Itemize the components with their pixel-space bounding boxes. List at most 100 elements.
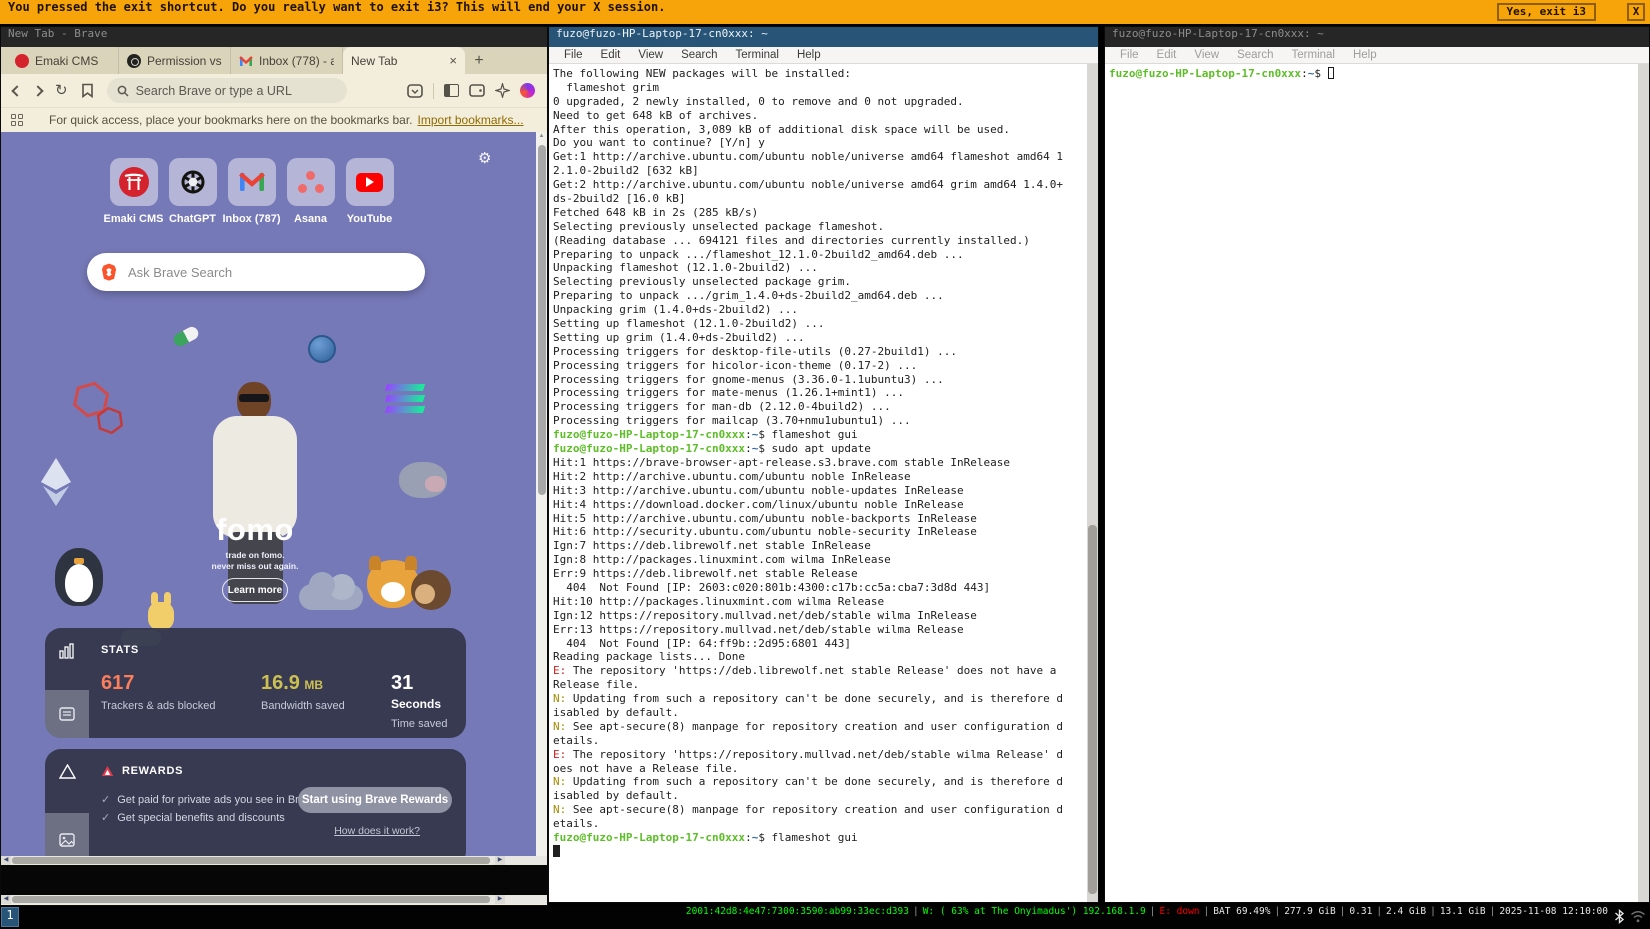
learn-more-button[interactable]: Learn more: [222, 578, 288, 602]
shortcut-inbox[interactable]: Inbox (787): [227, 158, 276, 225]
status-segment: 13.1 GiB: [1440, 906, 1486, 917]
menu-item-edit[interactable]: Edit: [1148, 49, 1186, 61]
menu-item-file[interactable]: File: [1111, 49, 1148, 61]
menu-item-help[interactable]: Help: [788, 49, 830, 61]
leo-ai-icon[interactable]: [495, 83, 510, 98]
menu-item-terminal[interactable]: Terminal: [1283, 49, 1344, 61]
terminal-line: Preparing to unpack .../flameshot_12.1.0…: [553, 248, 1098, 262]
fomo-subtitle: trade on fomo. never miss out again.: [169, 550, 341, 572]
terminal-line: Get:2 http://archive.ubuntu.com/ubuntu n…: [553, 178, 1098, 192]
sidebar-icon[interactable]: [444, 84, 459, 97]
browser-titlebar[interactable]: New Tab - Brave: [1, 27, 547, 47]
menu-item-search[interactable]: Search: [672, 49, 726, 61]
terminal-line: Preparing to unpack .../grim_1.4.0+ds-2b…: [553, 289, 1098, 303]
terminal-line: Ign:7 https://deb.librewolf.net stable I…: [553, 539, 1098, 553]
menu-item-edit[interactable]: Edit: [592, 49, 630, 61]
tab-close-icon[interactable]: ×: [449, 53, 457, 68]
segment-separator: |: [909, 906, 923, 917]
tab-new-tab[interactable]: New Tab ×: [343, 47, 465, 74]
reload-icon[interactable]: ↻: [55, 83, 68, 98]
wallet-icon[interactable]: [469, 84, 485, 97]
browser-horizontal-scrollbar[interactable]: ◀ ▶: [1, 856, 547, 865]
terminal-line: fuzo@fuzo-HP-Laptop-17-cn0xxx:~$ flamesh…: [553, 428, 1098, 442]
scroll-right-icon[interactable]: ▶: [495, 895, 505, 904]
scroll-left-icon[interactable]: ◀: [1, 895, 11, 904]
browser-vertical-scrollbar[interactable]: ▲: [536, 132, 547, 856]
terminal-line: Unpacking flameshot (12.1.0-2build2) ...: [553, 261, 1098, 275]
scrollbar-thumb[interactable]: [12, 857, 490, 864]
rewards-heading-row: REWARDS: [101, 765, 183, 777]
tab-emaki-cms[interactable]: Emaki CMS: [7, 47, 119, 74]
image-widget-icon[interactable]: [45, 813, 89, 856]
segment-separator: |: [1336, 906, 1350, 917]
illustration-hedgehog: [411, 570, 451, 610]
shortcut-emaki-cms[interactable]: Emaki CMS: [109, 158, 158, 225]
scrollbar-thumb[interactable]: [538, 145, 546, 495]
back-icon[interactable]: [11, 85, 22, 96]
bookmark-icon[interactable]: [81, 83, 94, 98]
gmail-icon: [239, 171, 265, 193]
segment-separator: |: [1372, 906, 1386, 917]
rewards-card: REWARDS ✓Get paid for private ads you se…: [45, 749, 466, 856]
terminal-window-focused: fuzo@fuzo-HP-Laptop-17-cn0xxx: ~ FileEdi…: [548, 26, 1099, 903]
terminal-line: Hit:5 http://archive.ubuntu.com/ubuntu n…: [553, 512, 1098, 526]
terminal-body[interactable]: The following NEW packages will be insta…: [549, 64, 1098, 902]
new-tab-page: ⚙ Emaki CMS ChatGPT Inbox (787): [1, 132, 547, 856]
terminal-window-unfocused: fuzo@fuzo-HP-Laptop-17-cn0xxx: ~ FileEdi…: [1104, 26, 1650, 903]
terminal-output: The following NEW packages will be insta…: [549, 64, 1098, 859]
workspace-button[interactable]: 1: [1, 907, 19, 927]
terminal-menubar: FileEditViewSearchTerminalHelp: [1105, 47, 1649, 64]
illustration-pill: [171, 325, 200, 349]
new-tab-button[interactable]: +: [465, 47, 493, 74]
shortcut-youtube[interactable]: YouTube: [345, 158, 394, 225]
tab-permission[interactable]: Permission vs: [119, 47, 231, 74]
scroll-left-icon[interactable]: ◀: [1, 856, 11, 865]
terminal-titlebar[interactable]: fuzo@fuzo-HP-Laptop-17-cn0xxx: ~: [549, 27, 1098, 47]
news-widget-icon[interactable]: [45, 690, 89, 738]
tab-search-icon[interactable]: [407, 84, 423, 98]
scroll-up-icon[interactable]: ▲: [536, 133, 547, 139]
asana-icon: [298, 171, 324, 193]
menu-item-search[interactable]: Search: [1228, 49, 1282, 61]
terminal-line: Processing triggers for man-db (2.12.0-4…: [553, 400, 1098, 414]
how-does-it-work-link[interactable]: How does it work?: [334, 825, 420, 837]
shortcut-asana[interactable]: Asana: [286, 158, 335, 225]
forward-icon[interactable]: [32, 85, 43, 96]
menu-item-file[interactable]: File: [555, 49, 592, 61]
stats-chart-icon[interactable]: [45, 643, 89, 664]
menu-item-view[interactable]: View: [629, 49, 672, 61]
brave-search-box[interactable]: Ask Brave Search: [87, 253, 425, 291]
illustration-ethereum: [39, 457, 73, 507]
terminal-line: Release file.: [553, 678, 1098, 692]
scroll-right-icon[interactable]: ▶: [495, 856, 505, 865]
segment-separator: |: [1486, 906, 1500, 917]
brave-rewards-icon[interactable]: [520, 83, 535, 98]
segment-separator: |: [1200, 906, 1214, 917]
start-rewards-button[interactable]: Start using Brave Rewards: [298, 787, 452, 813]
scrollbar-thumb[interactable]: [12, 896, 490, 903]
ntp-settings-gear-icon[interactable]: ⚙: [478, 149, 491, 167]
nagbar-confirm-button[interactable]: Yes, exit i3: [1497, 3, 1596, 21]
bookmarks-hint-text: For quick access, place your bookmarks h…: [49, 113, 413, 127]
address-bar-placeholder: Search Brave or type a URL: [136, 84, 292, 98]
terminal-scrollbar[interactable]: [1087, 64, 1098, 902]
browser-horizontal-scrollbar-bottom[interactable]: ◀ ▶: [1, 895, 547, 904]
tab-inbox[interactable]: Inbox (778) - al: [231, 47, 343, 74]
menu-item-terminal[interactable]: Terminal: [727, 49, 788, 61]
terminal-line: etails.: [553, 817, 1098, 831]
address-bar[interactable]: Search Brave or type a URL: [107, 78, 347, 103]
terminal-scrollbar[interactable]: [1638, 64, 1649, 902]
nagbar-close-button[interactable]: X: [1627, 3, 1645, 21]
terminal-menubar: FileEditViewSearchTerminalHelp: [549, 47, 1098, 64]
apps-grid-icon[interactable]: [11, 114, 23, 126]
bat-outline-icon[interactable]: [45, 764, 89, 784]
terminal-body[interactable]: fuzo@fuzo-HP-Laptop-17-cn0xxx:~$: [1105, 64, 1649, 902]
shortcut-chatgpt[interactable]: ChatGPT: [168, 158, 217, 225]
status-segment: 2.4 GiB: [1386, 906, 1426, 917]
menu-item-help[interactable]: Help: [1344, 49, 1386, 61]
stats-card: STATS 617 Trackers & ads blocked 16.9 MB…: [45, 628, 466, 738]
menu-item-view[interactable]: View: [1185, 49, 1228, 61]
scrollbar-thumb[interactable]: [1088, 525, 1097, 894]
terminal-titlebar[interactable]: fuzo@fuzo-HP-Laptop-17-cn0xxx: ~: [1105, 27, 1649, 47]
import-bookmarks-link[interactable]: Import bookmarks...: [418, 113, 524, 127]
